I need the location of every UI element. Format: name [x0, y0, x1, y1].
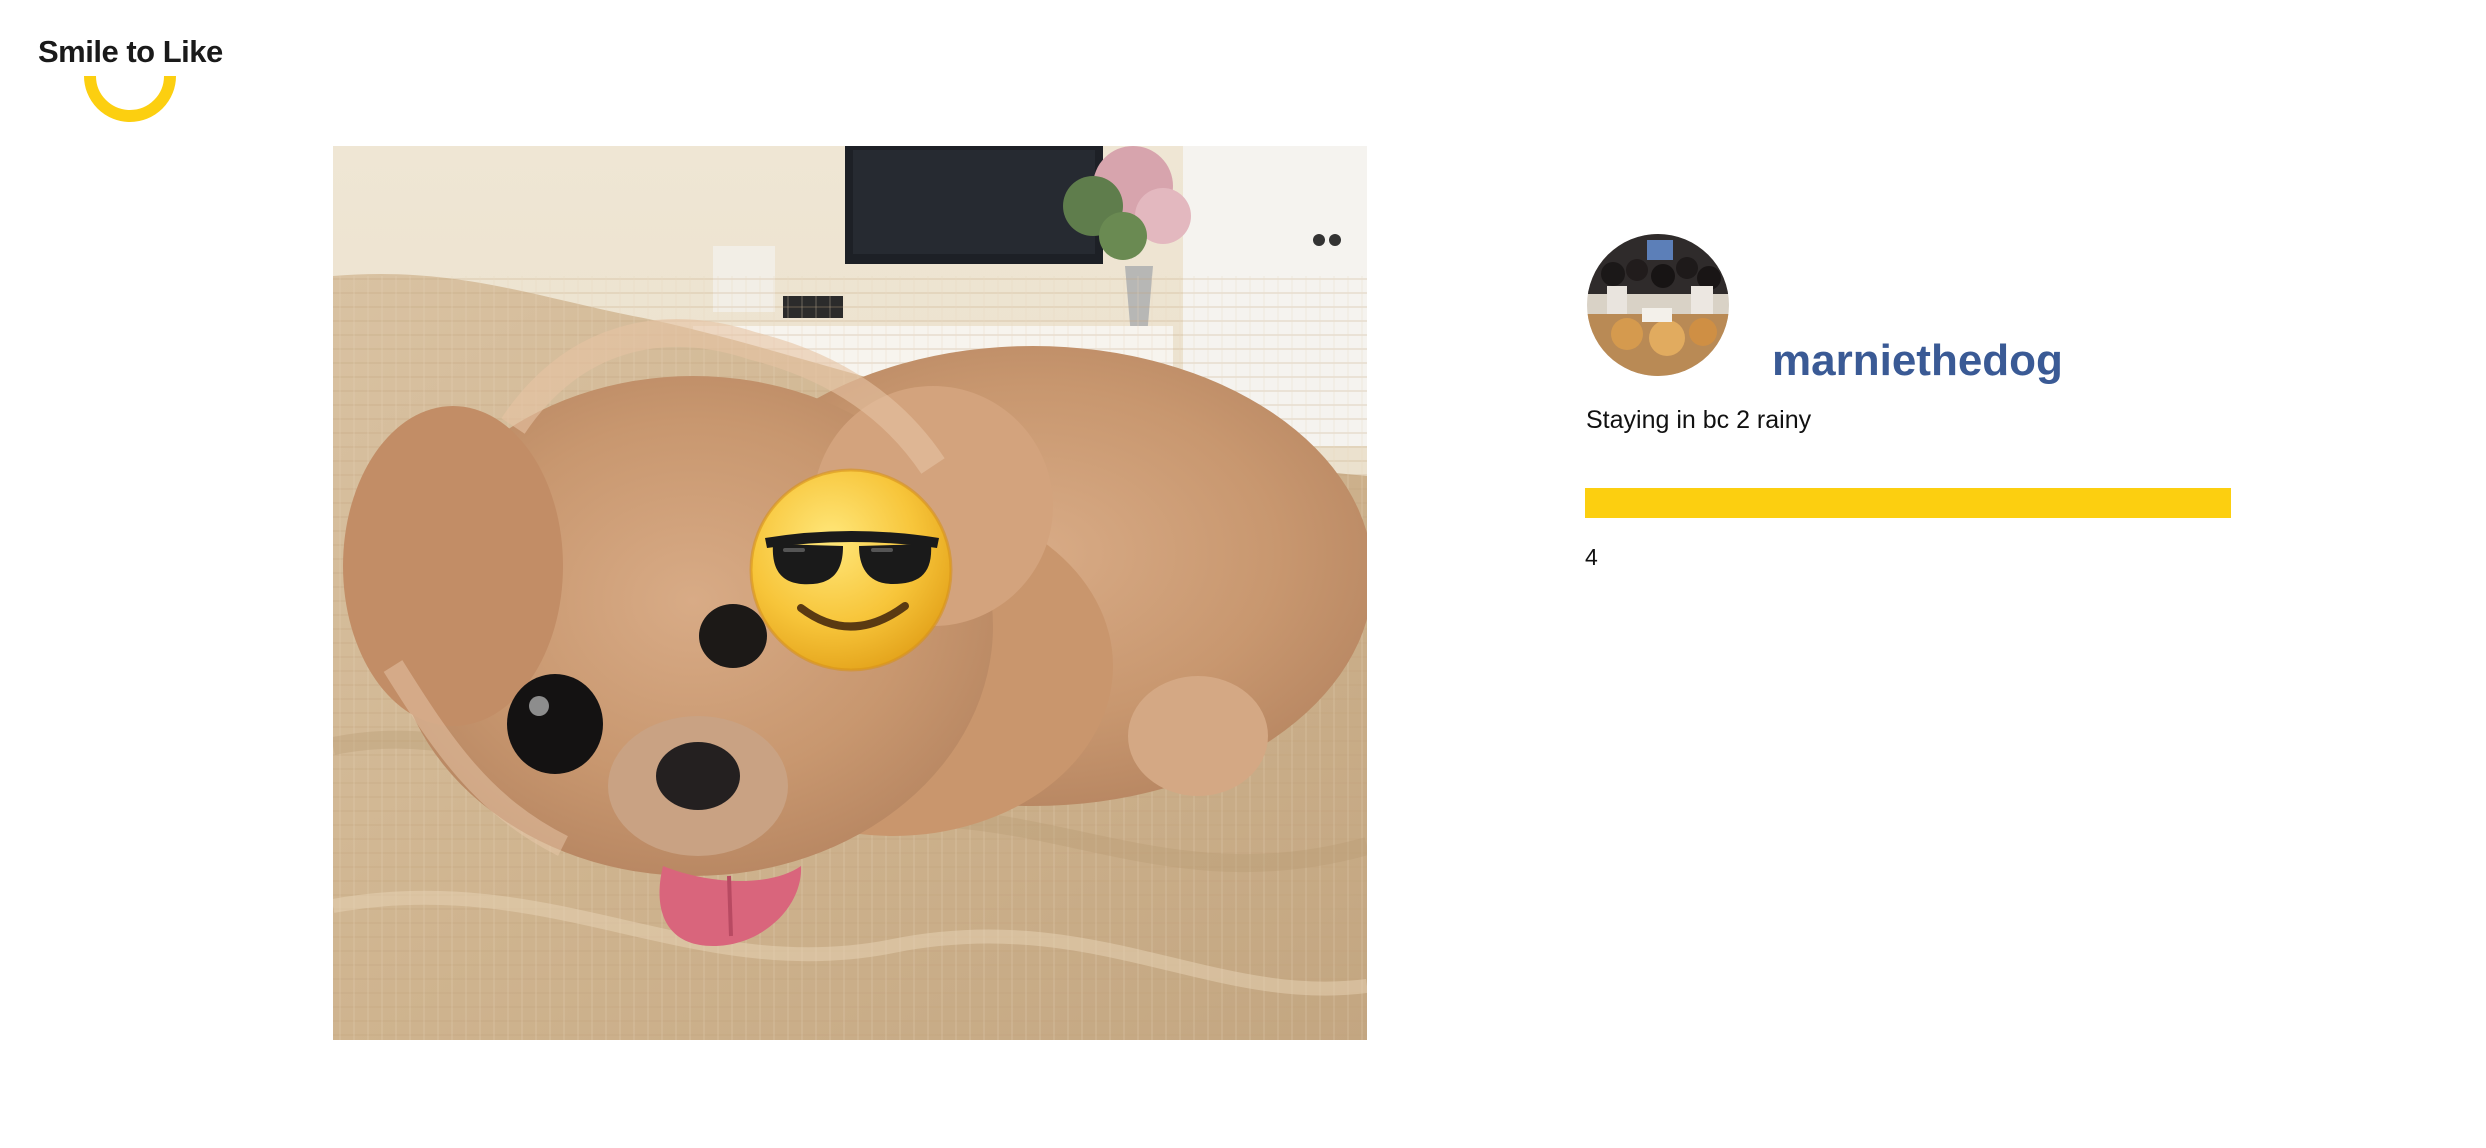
smile-progress-bar	[1585, 488, 2231, 518]
sunglasses-emoji-icon	[749, 468, 953, 672]
like-count: 4	[1585, 544, 1598, 570]
avatar-image	[1587, 234, 1729, 376]
post-photo[interactable]	[333, 146, 1367, 1040]
page: Smile to Like marniethedog Staying in bc…	[0, 0, 2486, 1148]
username[interactable]: marniethedog	[1772, 336, 2063, 386]
smile-progress-fill	[1585, 488, 2231, 518]
dog-photo-illustration	[333, 146, 1367, 1040]
logo[interactable]: Smile to Like	[38, 34, 228, 124]
smile-logo-icon	[84, 75, 176, 122]
user-avatar[interactable]	[1587, 234, 1729, 376]
logo-text: Smile to Like	[38, 34, 223, 69]
post-caption: Staying in bc 2 rainy	[1586, 406, 1812, 434]
